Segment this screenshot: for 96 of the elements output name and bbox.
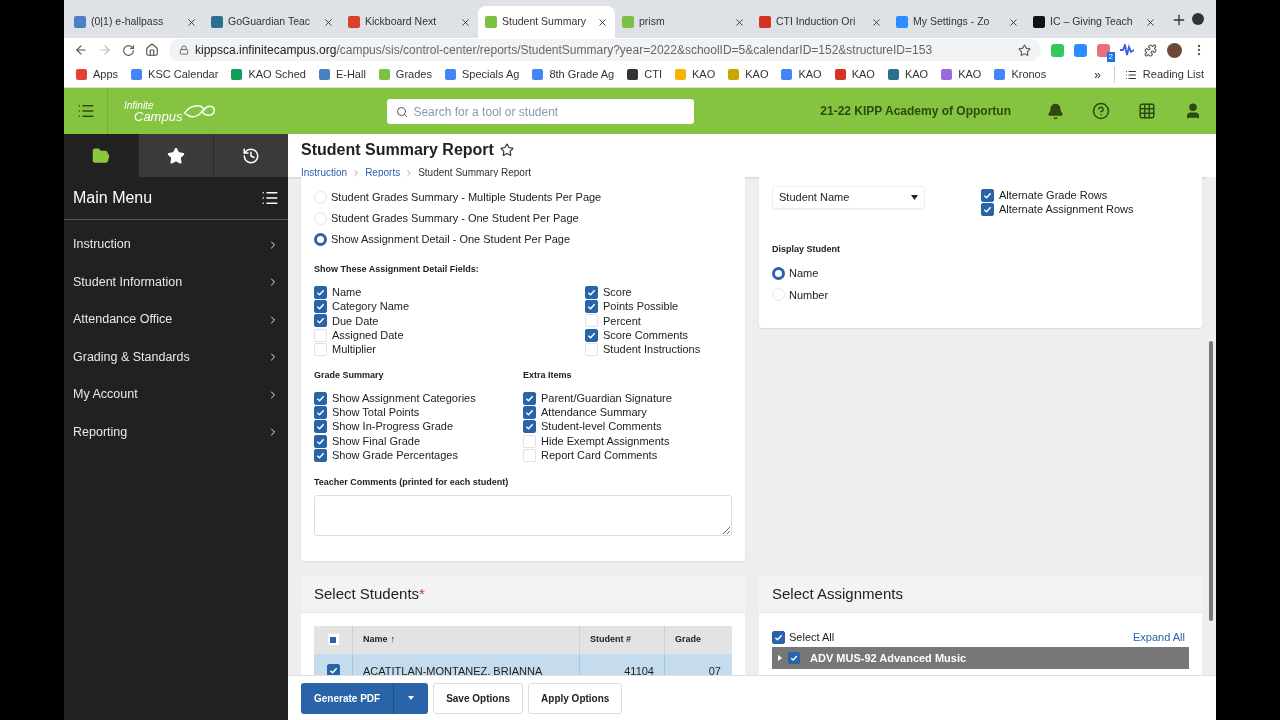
checkbox-label: Show Final Grade	[332, 433, 421, 449]
card-title: Select Assignments	[772, 583, 903, 604]
assignment-group-row[interactable]: ADV MUS-92 Advanced Music	[772, 647, 1189, 670]
tab-title: prism	[639, 14, 665, 30]
sidebar-title: Main Menu	[73, 188, 153, 208]
bookmark[interactable]: KAO	[834, 66, 875, 83]
field-label: Teacher Comments (printed for each student)	[314, 476, 510, 490]
bookmark[interactable]: KAO Sched	[231, 66, 306, 83]
bookmark[interactable]: E-Hall	[318, 66, 366, 83]
section-heading: Extra Items	[523, 369, 573, 383]
bookmark[interactable]: Specials Ag	[444, 66, 520, 83]
bookmark[interactable]: Apps	[76, 66, 119, 83]
section-heading: Display Student	[772, 242, 841, 256]
bookmark[interactable]: KAO	[728, 66, 769, 83]
tab-title: CTI Induction Ori	[776, 14, 856, 30]
breadcrumb-link[interactable]: Instruction	[301, 165, 348, 180]
browser-tab[interactable]: My Settings - Zo	[889, 6, 1026, 38]
menu-item[interactable]: Instruction	[64, 226, 288, 264]
checkbox-label: Show Total Points	[332, 405, 420, 421]
tab-title: Student Summary	[502, 14, 587, 30]
card-title: Select Students*	[314, 583, 425, 604]
bookmark[interactable]: 8th Grade Ag	[532, 66, 615, 83]
tab-title: Kickboard Next	[365, 14, 437, 30]
tab-title: My Settings - Zo	[913, 14, 990, 30]
checkbox-label: Attendance Summary	[541, 405, 647, 421]
menu-item[interactable]: My Account	[64, 376, 288, 414]
address-bar[interactable]: kippsca.infinitecampus.org/campus/sis/control-center/reports/StudentSummary?year=2022&schoolID=5&calendarID=152&structureID=153	[169, 39, 1041, 61]
page-title: Student Summary Report	[301, 140, 494, 160]
column-header[interactable]: Grade	[665, 625, 731, 654]
menu-item[interactable]: Grading & Standards	[64, 338, 288, 376]
section-heading: Show These Assignment Detail Fields:	[314, 262, 480, 276]
browser-tab[interactable]: Kickboard Next	[341, 6, 478, 38]
tab-title: IC – Giving Teach	[1050, 14, 1133, 30]
radio-label: Name	[789, 266, 819, 282]
radio-label: Student Grades Summary - One Student Per Page	[331, 211, 579, 226]
more-bookmarks[interactable]: »	[1094, 65, 1101, 84]
checkbox-label: Show Assignment Categories	[332, 390, 476, 406]
checkbox-label: Assigned Date	[332, 327, 404, 343]
tab-title: (0|1) e-hallpass	[91, 14, 164, 30]
radio-label: Show Assignment Detail - One Student Per Page	[331, 232, 571, 247]
checkbox-label: Score Comments	[603, 327, 688, 343]
expand-all-link[interactable]: Expand All	[1133, 628, 1185, 646]
menu-item[interactable]: Reporting	[64, 413, 288, 451]
checkbox-label: Multiplier	[332, 342, 376, 358]
checkbox-label: Show Grade Percentages	[332, 448, 458, 464]
browser-tab[interactable]: GoGuardian Teac	[204, 6, 341, 38]
extension-badge: 2	[1106, 51, 1115, 62]
url-text: kippsca.infinitecampus.org/campus/sis/control-center/reports/StudentSummary?year=2022&schoolID=5&calendarID=152&structureID=153	[195, 42, 934, 59]
breadcrumb-link[interactable]: Reports	[365, 165, 401, 180]
options-button[interactable]: Apply Options	[528, 682, 623, 714]
bookmark[interactable]: KSC Calendar	[131, 66, 219, 83]
bookmark[interactable]: KAO	[941, 66, 982, 83]
checkbox-label: Show In-Progress Grade	[332, 419, 454, 435]
checkbox-label: Due Date	[332, 313, 379, 329]
tab-title: GoGuardian Teac	[228, 14, 311, 30]
bookmark[interactable]: KAO	[674, 66, 716, 83]
bookmark[interactable]: Grades	[378, 66, 432, 83]
checkbox-label: Report Card Comments	[541, 448, 658, 464]
menu-item[interactable]: Student Information	[64, 263, 288, 301]
radio-label: Student Grades Summary - Multiple Students Per Page	[331, 190, 602, 205]
table-cell-text: 07	[707, 663, 722, 675]
checkbox-label: Score	[603, 284, 632, 300]
checkbox-label: Student Instructions	[603, 342, 701, 358]
checkbox-label: Category Name	[332, 299, 410, 315]
checkbox-label: Alternate Grade Rows	[999, 187, 1108, 203]
menu-item[interactable]: Attendance Office	[64, 301, 288, 339]
browser-tab[interactable]: (0|1) e-hallpass	[67, 6, 204, 38]
reading-list-button[interactable]: Reading List	[1113, 66, 1204, 83]
school-name[interactable]: 21-22 KIPP Academy of Opportun	[820, 102, 1011, 120]
group-label: ADV MUS-92 Advanced Music	[810, 651, 967, 667]
bookmark[interactable]: KAO	[887, 66, 929, 83]
search-field[interactable]: Search for a tool or student	[387, 99, 695, 124]
checkbox-label: Alternate Assignment Rows	[999, 202, 1134, 218]
checkbox-label: Hide Exempt Assignments	[541, 433, 670, 449]
checkbox-label: Name	[332, 284, 362, 300]
checkbox-label: Percent	[603, 313, 641, 329]
logo-text: Campus	[134, 111, 183, 122]
breadcrumb-current: Student Summary Report	[418, 166, 531, 180]
radio-label: Number	[789, 287, 829, 303]
checkbox-label: Parent/Guardian Signature	[541, 390, 672, 406]
browser-tab[interactable]: IC – Giving Teach	[1026, 6, 1163, 38]
bookmark[interactable]: CTI	[627, 66, 662, 83]
column-header[interactable]: Name ↑	[353, 625, 580, 654]
bookmark[interactable]: KAO	[781, 66, 822, 83]
checkbox-label: Points Possible	[603, 299, 679, 315]
sort-dropdown[interactable]: Student Name	[772, 186, 925, 209]
bookmark[interactable]: Kronos	[994, 66, 1047, 83]
browser-tab[interactable]: CTI Induction Ori	[752, 6, 889, 38]
column-header[interactable]: Student #	[580, 625, 665, 654]
section-heading: Grade Summary	[314, 369, 385, 383]
logo-text: Infinite	[124, 100, 155, 111]
checkbox-label: Student-level Comments	[541, 419, 662, 435]
browser-tab[interactable]: prism	[615, 6, 752, 38]
browser-tab[interactable]: Student Summary	[478, 6, 615, 38]
options-button[interactable]: Save Options	[433, 682, 524, 714]
checkbox-label: Select All	[789, 629, 835, 645]
